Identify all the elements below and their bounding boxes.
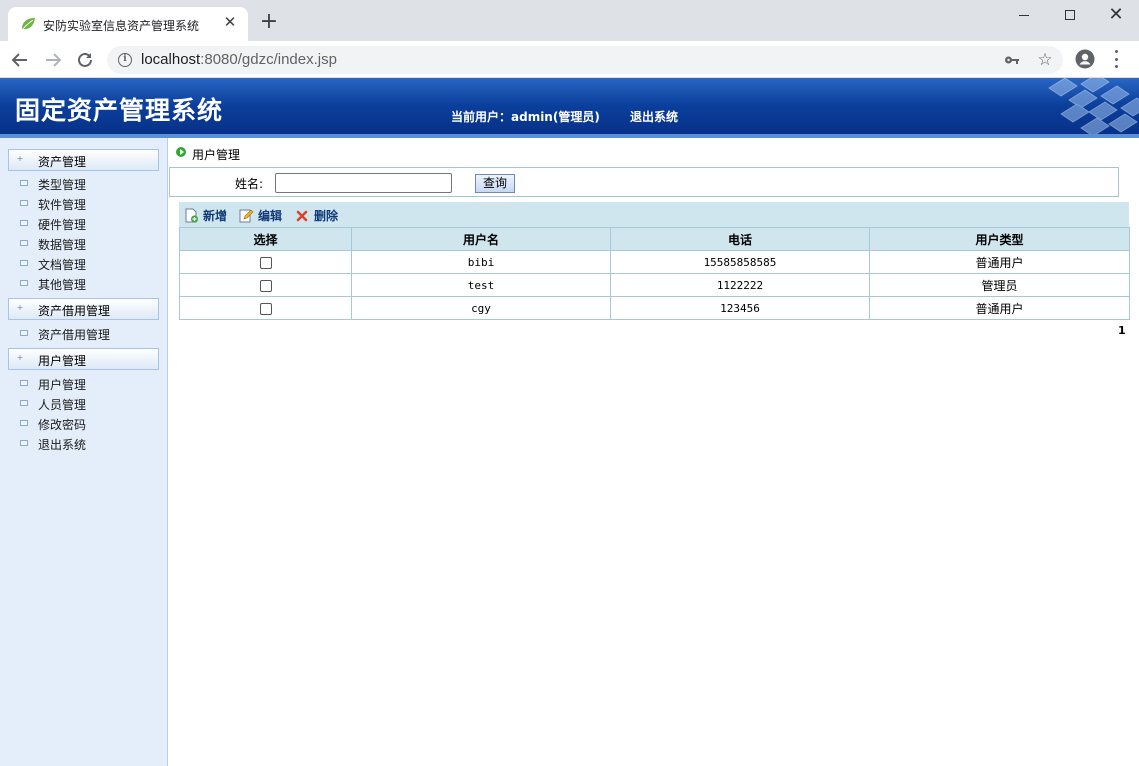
delete-button[interactable]: 删除 (295, 206, 338, 224)
expand-plus-icon: + (16, 154, 24, 163)
table-row: test 1122222 管理员 (179, 273, 1130, 297)
spring-leaf-icon (22, 18, 35, 30)
grid-toolbar: 新增 编辑 删除 (179, 202, 1129, 227)
name-label: 姓名: (235, 177, 264, 191)
name-search-input[interactable] (275, 173, 452, 193)
sidebar-group-user[interactable]: + 用户管理 (8, 348, 159, 370)
list-bullet-icon (20, 200, 28, 206)
row-checkbox[interactable] (259, 256, 272, 269)
username-cell: bibi (351, 250, 611, 274)
username-cell: cgy (351, 296, 611, 320)
add-document-icon (185, 208, 198, 222)
row-checkbox[interactable] (259, 302, 272, 315)
list-bullet-icon (20, 440, 28, 446)
expand-plus-icon: + (16, 303, 24, 312)
breadcrumb-label: 用户管理 (192, 148, 241, 162)
logout-link[interactable]: 退出系统 (630, 108, 678, 125)
select-cell (179, 296, 352, 320)
column-header-username: 用户名 (351, 227, 611, 251)
user-type-cell: 普通用户 (869, 296, 1130, 320)
list-bullet-icon (20, 280, 28, 286)
play-arrow-icon (176, 147, 186, 157)
search-panel: 姓名: 查询 (169, 167, 1119, 197)
bookmark-star-icon[interactable]: ☆ (1035, 50, 1055, 70)
browser-tab[interactable]: 安防实验室信息资产管理系统 ✕ (8, 7, 248, 41)
column-header-user-type: 用户类型 (869, 227, 1130, 251)
column-header-select: 选择 (179, 227, 352, 251)
phone-cell: 123456 (610, 296, 870, 320)
list-bullet-icon (20, 180, 28, 186)
system-title: 固定资产管理系统 (15, 96, 224, 125)
forward-arrow-icon[interactable] (42, 49, 64, 71)
column-header-phone: 电话 (610, 227, 870, 251)
expand-plus-icon: + (16, 353, 24, 362)
table-header-row: 选择 用户名 电话 用户类型 (179, 227, 1130, 251)
tab-close-icon[interactable]: ✕ (222, 14, 238, 30)
back-arrow-icon[interactable] (9, 49, 31, 71)
user-type-cell: 普通用户 (869, 250, 1130, 274)
window-minimize-button[interactable] (1001, 0, 1047, 30)
browser-toolbar: i localhost:8080/gdzc/index.jsp ☆ (0, 41, 1139, 78)
list-bullet-icon (20, 240, 28, 246)
list-bullet-icon (20, 330, 28, 336)
list-bullet-icon (20, 380, 28, 386)
list-bullet-icon (20, 260, 28, 266)
phone-cell: 15585858585 (610, 250, 870, 274)
key-icon[interactable] (1004, 52, 1020, 68)
search-button[interactable]: 查询 (475, 174, 515, 193)
list-bullet-icon (20, 220, 28, 226)
window-close-button[interactable]: ✕ (1093, 0, 1139, 30)
edit-button[interactable]: 编辑 (239, 206, 282, 224)
row-checkbox[interactable] (259, 279, 272, 292)
tab-title: 安防实验室信息资产管理系统 (43, 19, 200, 33)
list-bullet-icon (20, 420, 28, 426)
sidebar-group-asset[interactable]: + 资产管理 (8, 149, 159, 171)
select-cell (179, 273, 352, 297)
app-header: 固定资产管理系统 当前用户：admin(管理员) 退出系统 (0, 78, 1139, 138)
address-bar[interactable]: i localhost:8080/gdzc/index.jsp ☆ (107, 46, 1063, 74)
profile-avatar-icon[interactable] (1075, 49, 1095, 69)
new-tab-plus-icon[interactable]: + (258, 11, 280, 34)
delete-x-icon (296, 210, 308, 221)
list-bullet-icon (20, 400, 28, 406)
window-maximize-button[interactable] (1047, 0, 1093, 30)
sidebar-group-borrow[interactable]: + 资产借用管理 (8, 298, 159, 320)
pagination-page-number[interactable]: 1 (1118, 324, 1126, 337)
user-table: 选择 用户名 电话 用户类型 bibi 15585858585 普通用户 tes… (179, 227, 1130, 320)
browser-tab-strip: 安防实验室信息资产管理系统 ✕ + ✕ (0, 0, 1139, 41)
table-row: bibi 15585858585 普通用户 (179, 250, 1130, 274)
site-info-icon[interactable]: i (118, 53, 132, 67)
phone-cell: 1122222 (610, 273, 870, 297)
reload-icon[interactable] (74, 49, 96, 71)
add-button[interactable]: 新增 (184, 206, 227, 224)
edit-pencil-icon (239, 209, 254, 222)
sidebar: + 资产管理 类型管理 软件管理 硬件管理 数据管理 文档管理 其他管理 + 资… (0, 138, 168, 766)
select-cell (179, 250, 352, 274)
username-cell: test (351, 273, 611, 297)
url-text: localhost:8080/gdzc/index.jsp (141, 51, 337, 68)
keyboard-decoration (1048, 78, 1139, 137)
table-row: cgy 123456 普通用户 (179, 296, 1130, 320)
browser-menu-icon[interactable] (1113, 50, 1119, 68)
user-type-cell: 管理员 (869, 273, 1130, 297)
current-user: 当前用户：admin(管理员) (451, 110, 600, 124)
